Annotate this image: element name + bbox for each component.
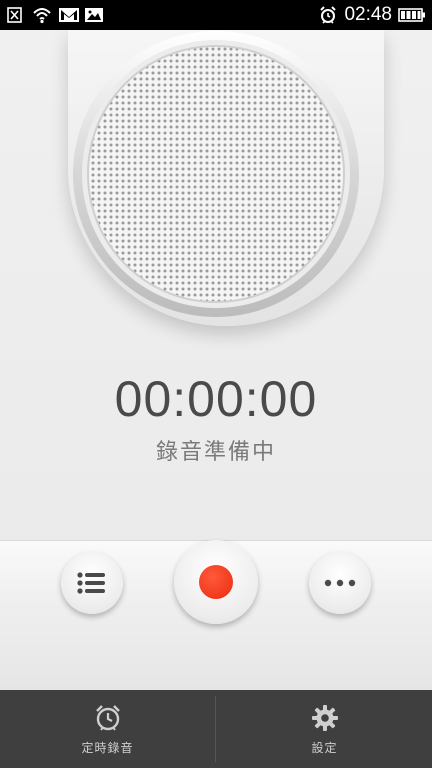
tab-timed-recording[interactable]: 定時錄音 bbox=[0, 690, 215, 768]
tab-timed-recording-label: 定時錄音 bbox=[81, 740, 134, 755]
alarm-clock-icon bbox=[95, 704, 120, 731]
status-bar: 02:48 bbox=[0, 0, 432, 30]
recordings-list-button[interactable] bbox=[61, 552, 123, 614]
recording-status: 錄音準備中 bbox=[155, 440, 276, 465]
tab-settings[interactable]: 設定 bbox=[217, 690, 432, 768]
tab-settings-label: 設定 bbox=[311, 740, 338, 755]
record-button[interactable] bbox=[174, 540, 258, 624]
gear-icon bbox=[311, 704, 338, 731]
list-icon bbox=[77, 572, 105, 594]
more-options-button[interactable] bbox=[309, 552, 371, 614]
tab-divider bbox=[215, 696, 216, 762]
speaker-grille-icon bbox=[73, 31, 359, 317]
more-icon bbox=[324, 579, 356, 587]
alarm-icon bbox=[318, 5, 338, 25]
record-icon bbox=[199, 565, 233, 599]
gmail-icon bbox=[58, 5, 79, 25]
system-icons: 02:48 bbox=[318, 5, 426, 25]
bottom-bar: 定時錄音 設定 bbox=[0, 690, 432, 768]
wifi-icon bbox=[32, 5, 52, 25]
battery-icon bbox=[398, 5, 426, 25]
recording-timer: 00:00:00 bbox=[114, 371, 318, 427]
notification-icons bbox=[6, 5, 104, 25]
close-box-icon bbox=[6, 5, 26, 25]
image-icon bbox=[84, 5, 104, 25]
clock-time: 02:48 bbox=[344, 4, 392, 25]
